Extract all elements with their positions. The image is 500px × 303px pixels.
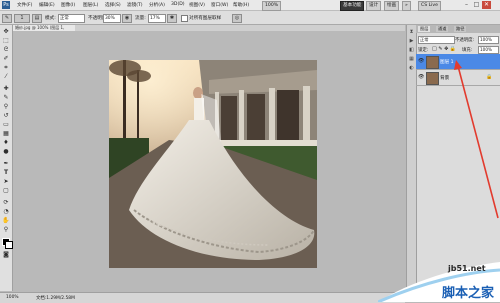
- watermark-brand: 脚本之家: [442, 286, 495, 301]
- watermark-site: jb51.net: [448, 264, 486, 273]
- site-watermark: jb51.net 脚本之家: [378, 252, 500, 302]
